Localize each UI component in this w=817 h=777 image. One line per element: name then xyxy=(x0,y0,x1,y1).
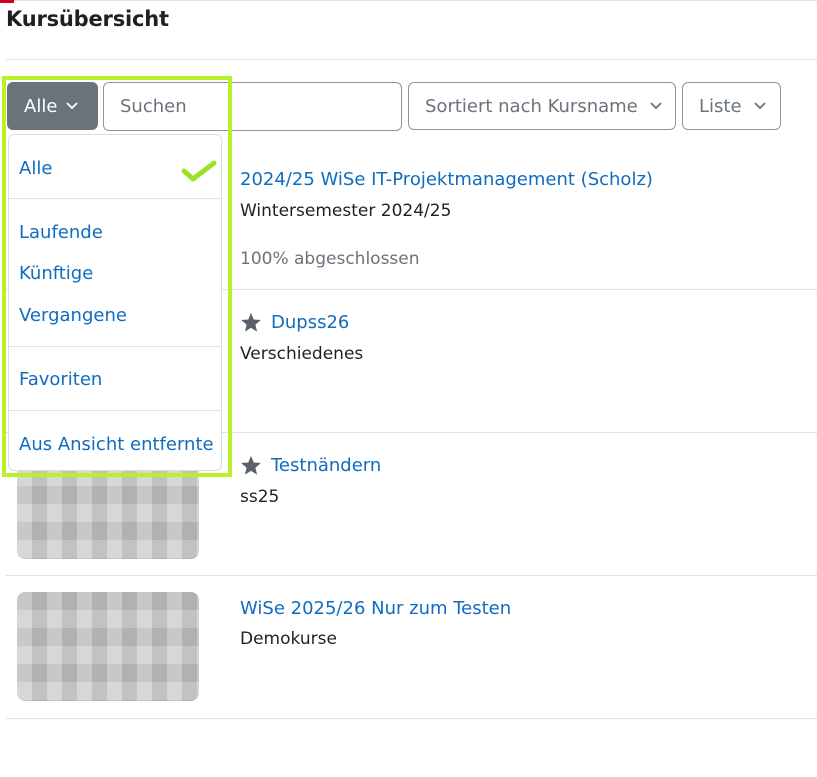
sort-select[interactable]: Sortiert nach Kursname xyxy=(408,82,676,130)
page-title: Kursübersicht xyxy=(6,7,169,31)
course-divider xyxy=(6,718,817,719)
course-image[interactable] xyxy=(17,592,199,701)
menu-item-kuenftige[interactable]: Künftige xyxy=(19,263,93,284)
course-name: Testnändern xyxy=(271,455,382,476)
view-select-label: Liste xyxy=(699,95,742,117)
star-icon xyxy=(240,455,262,476)
star-icon xyxy=(240,312,262,333)
menu-item-favoriten[interactable]: Favoriten xyxy=(19,369,102,390)
filter-dropdown-menu: Alle Laufende Künftige Vergangene Favori… xyxy=(8,134,222,471)
course-link[interactable]: Dupss26 xyxy=(240,312,349,333)
red-marker xyxy=(0,0,14,3)
course-category: Demokurse xyxy=(240,629,337,649)
filter-button-label: Alle xyxy=(24,95,58,117)
checkmark-icon xyxy=(181,159,217,187)
title-divider xyxy=(6,59,817,60)
course-divider xyxy=(6,575,817,576)
view-select[interactable]: Liste xyxy=(682,82,781,130)
menu-item-vergangene[interactable]: Vergangene xyxy=(19,305,127,326)
menu-divider xyxy=(9,198,221,199)
course-link[interactable]: WiSe 2025/26 Nur zum Testen xyxy=(240,598,511,619)
course-progress-text: 100% abgeschlossen xyxy=(240,249,420,269)
course-category: Verschiedenes xyxy=(240,344,364,364)
menu-item-alle[interactable]: Alle xyxy=(19,158,52,179)
menu-divider xyxy=(9,346,221,347)
chevron-down-icon xyxy=(650,102,662,110)
course-name: Dupss26 xyxy=(271,312,350,333)
sort-select-label: Sortiert nach Kursname xyxy=(425,95,638,117)
top-border xyxy=(0,0,817,1)
menu-item-laufende[interactable]: Laufende xyxy=(19,222,103,243)
chevron-down-icon xyxy=(66,102,79,110)
menu-divider xyxy=(9,410,221,411)
course-link[interactable]: 2024/25 WiSe IT-Projektmanagement (Schol… xyxy=(240,169,653,190)
course-category: Wintersemester 2024/25 xyxy=(240,201,452,221)
filter-dropdown-button[interactable]: Alle xyxy=(7,82,98,130)
course-category: ss25 xyxy=(240,487,280,507)
course-link[interactable]: Testnändern xyxy=(240,455,381,476)
search-input[interactable] xyxy=(103,82,402,131)
course-name: 2024/25 WiSe IT-Projektmanagement (Schol… xyxy=(240,169,653,190)
chevron-down-icon xyxy=(753,102,766,110)
menu-item-aus-ansicht-entfernte[interactable]: Aus Ansicht entfernte xyxy=(19,434,214,455)
course-name: WiSe 2025/26 Nur zum Testen xyxy=(240,598,512,619)
